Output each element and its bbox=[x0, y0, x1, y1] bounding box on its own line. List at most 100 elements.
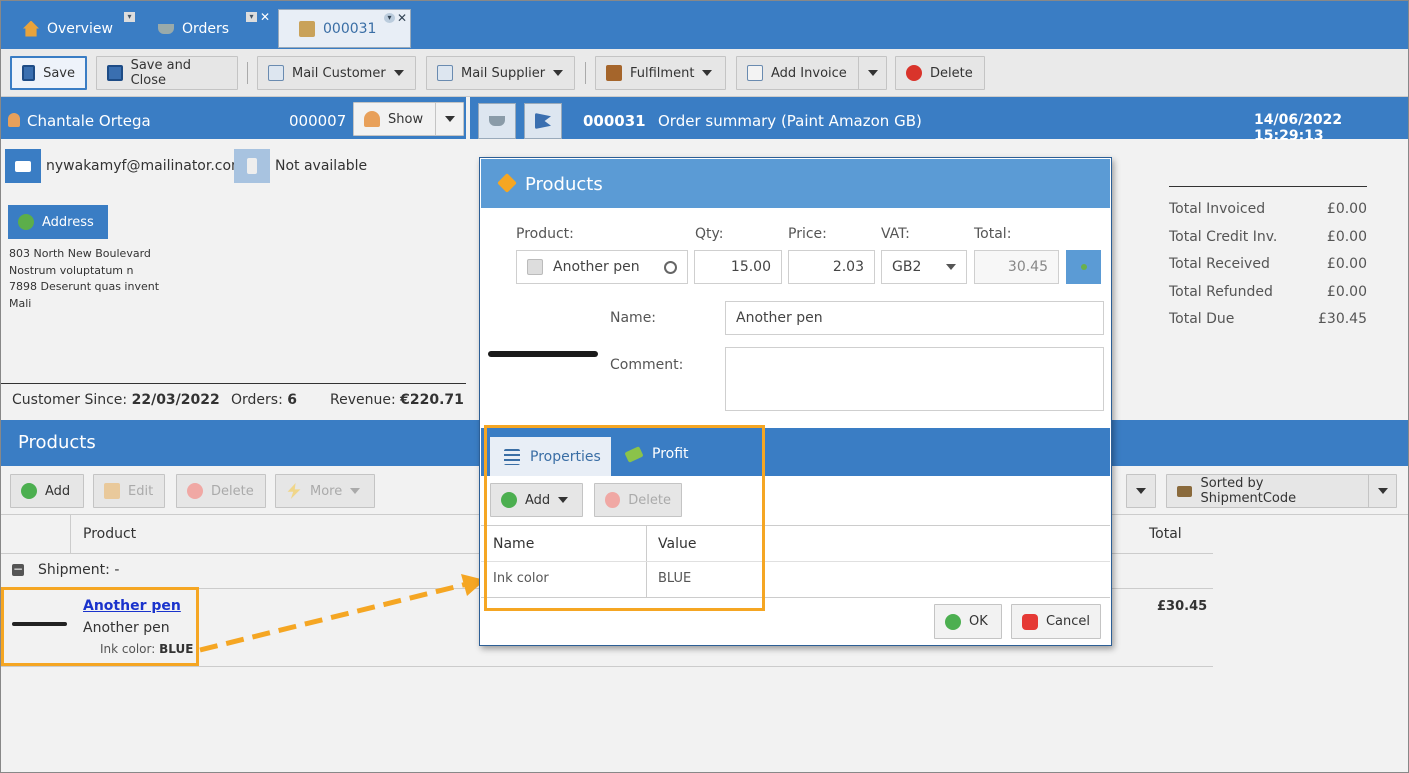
column-header-total[interactable]: Total bbox=[1149, 526, 1182, 542]
home-icon bbox=[23, 20, 39, 37]
qty-field[interactable]: 15.00 bbox=[694, 250, 782, 284]
mail-supplier-button[interactable]: Mail Supplier bbox=[426, 56, 575, 90]
tab-menu-icon[interactable]: ▾ bbox=[124, 12, 135, 22]
chevron-down-icon bbox=[1136, 488, 1146, 494]
vat-label: VAT: bbox=[881, 226, 910, 242]
chevron-down-icon bbox=[444, 116, 455, 122]
tab-orders[interactable]: Orders ▾ ✕ bbox=[138, 9, 278, 48]
total-label: Total: bbox=[974, 226, 1012, 242]
customer-email[interactable]: nywakamyf@mailinator.com bbox=[46, 158, 245, 174]
divider bbox=[1, 666, 1213, 667]
delete-label: Delete bbox=[211, 483, 254, 499]
orders-label: Orders: bbox=[231, 392, 283, 408]
callout-arrow bbox=[199, 574, 485, 653]
fulfilment-label: Fulfilment bbox=[630, 65, 695, 81]
address-button[interactable]: Address bbox=[8, 205, 108, 239]
divider bbox=[1, 383, 466, 384]
orders-stat: Orders: 6 bbox=[231, 392, 297, 408]
add-line-button[interactable] bbox=[1066, 250, 1101, 284]
product-value: Another pen bbox=[553, 259, 640, 275]
pencil-icon bbox=[104, 483, 120, 499]
close-icon[interactable]: ✕ bbox=[260, 10, 270, 24]
chevron-down-icon bbox=[553, 70, 564, 76]
fulfilment-button[interactable]: Fulfilment bbox=[595, 56, 726, 90]
phone-icon bbox=[247, 158, 257, 174]
toolbar-divider bbox=[585, 62, 586, 84]
add-invoice-button[interactable]: Add Invoice bbox=[736, 56, 887, 90]
ok-button[interactable]: OK bbox=[934, 604, 1002, 639]
save-button[interactable]: Save bbox=[10, 56, 87, 90]
mail-icon bbox=[15, 160, 31, 172]
column-header-product[interactable]: Product bbox=[83, 526, 136, 542]
tab-overview[interactable]: Overview ▾ bbox=[3, 9, 138, 48]
add-invoice-label: Add Invoice bbox=[771, 65, 847, 81]
since-value: 22/03/2022 bbox=[131, 392, 220, 408]
address-line: 803 North New Boulevard bbox=[9, 247, 151, 260]
show-dropdown[interactable] bbox=[435, 103, 463, 135]
order-icon bbox=[299, 20, 315, 37]
tab-label: 000031 bbox=[323, 20, 377, 37]
address-line: Nostrum voluptatum n bbox=[9, 263, 134, 277]
close-icon[interactable]: ✕ bbox=[397, 11, 407, 25]
add-icon bbox=[21, 483, 37, 499]
delete-button[interactable]: Delete bbox=[895, 56, 985, 90]
more-button[interactable]: More bbox=[275, 474, 375, 508]
chevron-down-icon bbox=[1377, 488, 1388, 494]
total-received: Total Received £0.00 bbox=[1169, 251, 1367, 279]
collapse-icon[interactable]: − bbox=[12, 563, 24, 576]
vat-value: GB2 bbox=[892, 259, 922, 275]
price-field[interactable]: 2.03 bbox=[788, 250, 875, 284]
person-icon bbox=[364, 111, 380, 127]
check-icon bbox=[945, 613, 961, 630]
total-label: Total Refunded bbox=[1169, 283, 1273, 300]
box-icon bbox=[606, 65, 622, 81]
tab-order-000031[interactable]: 000031 ▾ ✕ bbox=[278, 9, 411, 48]
comment-field[interactable] bbox=[725, 347, 1104, 411]
add-invoice-dropdown[interactable] bbox=[858, 57, 886, 89]
basket-button[interactable] bbox=[478, 103, 516, 139]
order-datetime: 14/06/2022 15:29:13 bbox=[1254, 112, 1343, 144]
floppy-icon bbox=[22, 65, 36, 81]
product-search-field[interactable]: Another pen bbox=[516, 250, 688, 284]
delete-icon bbox=[906, 65, 922, 81]
search-icon[interactable] bbox=[664, 260, 677, 274]
vat-select[interactable]: GB2 bbox=[881, 250, 967, 284]
delete-icon bbox=[187, 483, 203, 499]
tab-label: Overview bbox=[47, 20, 113, 37]
delete-product-button[interactable]: Delete bbox=[176, 474, 266, 508]
customer-name[interactable]: Chantale Ortega bbox=[27, 112, 151, 130]
total-value: £0.00 bbox=[1326, 256, 1367, 272]
save-label: Save bbox=[43, 65, 75, 81]
totals-panel: Total Invoiced £0.00 Total Credit Inv. £0.… bbox=[1169, 196, 1367, 334]
tab-menu-icon[interactable]: ▾ bbox=[246, 12, 257, 22]
view-dropdown[interactable] bbox=[1126, 474, 1156, 508]
total-value: £30.45 bbox=[1318, 311, 1367, 327]
sort-dropdown[interactable]: Sorted by ShipmentCode bbox=[1166, 474, 1397, 508]
add-product-button[interactable]: Add bbox=[10, 474, 84, 508]
customer-number: 000007 bbox=[289, 112, 347, 130]
save-and-close-button[interactable]: Save and Close bbox=[96, 56, 238, 90]
tab-menu-icon[interactable]: ▾ bbox=[384, 13, 395, 23]
delete-label: Delete bbox=[930, 65, 973, 81]
phone-button[interactable] bbox=[234, 149, 270, 183]
chevron-down-icon bbox=[946, 264, 956, 270]
email-button[interactable] bbox=[5, 149, 41, 183]
person-icon bbox=[8, 113, 20, 127]
total-value: £0.00 bbox=[1326, 283, 1367, 300]
show-label: Show bbox=[388, 111, 424, 127]
address-line: 7898 Deserunt quas invent bbox=[9, 280, 160, 293]
cancel-button[interactable]: Cancel bbox=[1011, 604, 1101, 639]
total-value: 30.45 bbox=[1007, 259, 1048, 275]
total-label: Total Credit Inv. bbox=[1169, 228, 1278, 245]
dialog-title: Products bbox=[525, 174, 603, 195]
globe-icon bbox=[18, 214, 34, 230]
order-summary: Order summary (Paint Amazon GB) bbox=[658, 112, 922, 130]
name-field[interactable]: Another pen bbox=[725, 301, 1104, 335]
show-customer-button[interactable]: Show bbox=[353, 102, 464, 136]
edit-product-button[interactable]: Edit bbox=[93, 474, 165, 508]
highlight-box bbox=[484, 425, 765, 611]
revenue-stat: Revenue: €220.71 bbox=[330, 392, 464, 408]
sort-caret[interactable] bbox=[1368, 475, 1396, 507]
flag-button[interactable] bbox=[524, 103, 562, 139]
mail-customer-button[interactable]: Mail Customer bbox=[257, 56, 416, 90]
